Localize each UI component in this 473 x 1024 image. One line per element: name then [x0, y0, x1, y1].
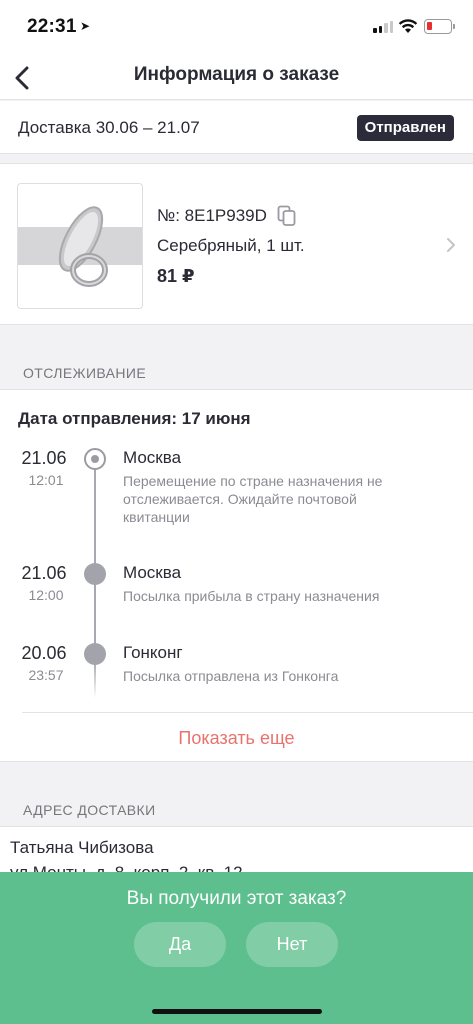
home-indicator	[152, 1009, 322, 1014]
event-date: 21.06	[21, 563, 67, 583]
event-time: 23:57	[28, 667, 64, 683]
product-variant: Серебряный, 1 шт.	[157, 236, 305, 255]
event-time: 12:00	[28, 587, 64, 603]
delivery-dates: Доставка 30.06 – 21.07	[18, 118, 200, 137]
order-info-screen: 22:31 ➤ Информация о заказе Доставка 30.…	[0, 0, 473, 1024]
current-status-dot-icon	[84, 448, 106, 470]
event-description: Посылка отправлена из Гонконга	[123, 668, 339, 684]
ship-date: Дата отправления: 17 июня	[18, 409, 251, 428]
tracking-panel: Дата отправления: 17 июня 21.06 12:01 Мо…	[0, 389, 473, 762]
status-dot-icon	[84, 643, 106, 665]
battery-icon	[424, 19, 455, 34]
address-section-header: АДРЕС ДОСТАВКИ	[0, 762, 473, 826]
cellular-signal-icon	[373, 21, 393, 33]
product-image	[17, 183, 143, 309]
tracking-header-label: ОТСЛЕЖИВАНИЕ	[23, 365, 147, 381]
event-description: Посылка прибыла в страну назначения	[123, 588, 380, 604]
address-header-label: АДРЕС ДОСТАВКИ	[23, 802, 156, 818]
product-card[interactable]: №: 8E1P939D Серебряный, 1 шт. 81 ₽	[0, 163, 473, 325]
product-price: 81 ₽	[157, 266, 195, 286]
show-more-button[interactable]: Показать еще	[0, 728, 473, 749]
nav-bar: Информация о заказе	[0, 56, 473, 100]
status-badge: Отправлен	[356, 115, 454, 141]
delivery-row: Доставка 30.06 – 21.07 Отправлен	[0, 101, 473, 154]
yes-button[interactable]: Да	[134, 922, 226, 967]
chevron-right-icon	[447, 238, 455, 252]
timeline-line-fade	[94, 662, 96, 698]
event-date: 20.06	[21, 643, 67, 663]
status-dot-icon	[84, 563, 106, 585]
no-button[interactable]: Нет	[246, 922, 338, 967]
copy-icon[interactable]	[277, 205, 297, 227]
receipt-question: Вы получили этот заказ?	[126, 888, 347, 909]
event-place: Гонконг	[123, 643, 183, 662]
divider	[22, 712, 473, 713]
event-date: 21.06	[21, 448, 67, 468]
event-place: Москва	[123, 448, 182, 467]
event-description: Перемещение по стране назначения не отсл…	[123, 473, 383, 525]
order-number: №: 8E1P939D	[157, 206, 267, 225]
receipt-confirmation-banner: Вы получили этот заказ? Да Нет	[0, 872, 473, 1024]
status-time: 22:31	[27, 16, 77, 37]
wifi-icon	[398, 19, 418, 33]
event-place: Москва	[123, 563, 182, 582]
page-title: Информация о заказе	[133, 64, 340, 85]
location-arrow-icon: ➤	[80, 19, 91, 33]
status-bar: 22:31 ➤	[0, 0, 473, 56]
event-time: 12:01	[28, 472, 64, 488]
phone-ring-holder-icon	[18, 206, 142, 287]
recipient-name: Татьяна Чибизова	[10, 838, 154, 857]
tracking-section-header: ОТСЛЕЖИВАНИЕ	[0, 325, 473, 389]
